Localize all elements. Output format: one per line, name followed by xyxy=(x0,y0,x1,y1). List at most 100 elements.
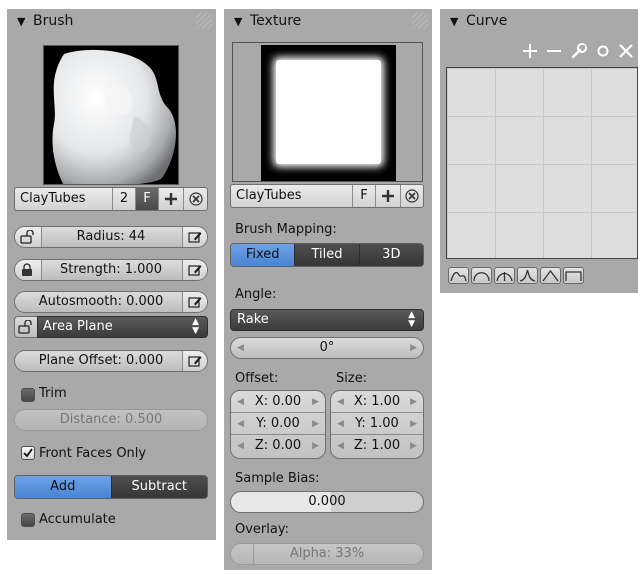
brush-panel-header[interactable]: ▼ Brush xyxy=(7,9,216,35)
decrement-arrow-icon[interactable]: ◀ xyxy=(337,413,344,435)
dot-icon[interactable] xyxy=(596,44,610,58)
clay-sculpt-preview xyxy=(44,46,178,184)
pen-pressure-icon xyxy=(188,297,202,308)
new-brush-button[interactable] xyxy=(159,188,184,210)
strength-pressure-button[interactable] xyxy=(182,260,207,280)
pen-pressure-icon xyxy=(188,356,202,367)
pen-pressure-icon xyxy=(188,265,202,276)
fake-user-button[interactable]: F xyxy=(353,185,376,207)
curve-panel-header[interactable]: ▼ Curve xyxy=(440,9,638,35)
plane-offset-slider[interactable]: Plane Offset: 0.000 xyxy=(14,350,208,372)
offset-z-field[interactable]: ◀ Z: 0.00 ▶ xyxy=(231,435,325,457)
add-button[interactable]: Add xyxy=(15,476,112,498)
plus-icon xyxy=(165,193,177,205)
curve-toolbar xyxy=(522,43,638,61)
autosmooth-slider[interactable]: Autosmooth: 0.000 xyxy=(14,291,208,313)
sample-bias-slider[interactable]: 0.000 xyxy=(230,491,424,513)
decrement-arrow-icon[interactable]: ◀ xyxy=(237,435,244,457)
collapse-triangle-icon[interactable]: ▼ xyxy=(234,15,242,28)
texture-name-field[interactable]: ClayTubes xyxy=(231,185,353,207)
fake-user-button[interactable]: F xyxy=(136,188,159,210)
overlay-toggle-button[interactable] xyxy=(231,544,254,564)
area-plane-lock-button[interactable] xyxy=(14,316,38,338)
3d-button[interactable]: 3D xyxy=(359,244,423,266)
tiled-button[interactable]: Tiled xyxy=(295,244,360,266)
offset-y-field[interactable]: ◀ Y: 0.00 ▶ xyxy=(231,413,325,435)
offset-x-field[interactable]: ◀ X: 0.00 ▶ xyxy=(231,391,325,413)
max-preset-icon[interactable] xyxy=(563,267,584,284)
decrement-arrow-icon[interactable]: ◀ xyxy=(237,413,244,435)
front-faces-label[interactable]: Front Faces Only xyxy=(39,446,146,461)
distance-slider[interactable]: Distance: 0.500 xyxy=(14,409,208,431)
increment-arrow-icon[interactable]: ▶ xyxy=(410,391,417,413)
curve-editor-grid[interactable] xyxy=(446,67,638,259)
angle-label: Angle: xyxy=(235,287,277,302)
curve-presets xyxy=(448,267,584,284)
brush-preview-image[interactable] xyxy=(43,45,179,185)
size-y-value: Y: 1.00 xyxy=(355,416,399,431)
increment-arrow-icon[interactable]: ▶ xyxy=(410,435,417,457)
unlink-brush-button[interactable] xyxy=(184,188,207,210)
size-x-field[interactable]: ◀ X: 1.00 ▶ xyxy=(331,391,423,413)
radius-slider[interactable]: Radius: 44 xyxy=(14,226,208,248)
sphere-preset-icon[interactable] xyxy=(471,267,492,284)
panel-drag-grip-icon[interactable] xyxy=(196,13,212,29)
accumulate-checkbox[interactable] xyxy=(21,513,35,527)
collapse-triangle-icon[interactable]: ▼ xyxy=(17,15,25,28)
overlay-alpha-slider[interactable]: Alpha: 33% xyxy=(230,543,424,565)
size-z-field[interactable]: ◀ Z: 1.00 ▶ xyxy=(331,435,423,457)
radius-pixel-lock-button[interactable] xyxy=(15,227,42,247)
texture-panel-header[interactable]: ▼ Texture xyxy=(224,9,432,35)
angle-mode-dropdown[interactable]: Rake ▲ ▼ xyxy=(230,309,424,331)
brush-panel: ▼ Brush ClayTubes 2 F Radius: 44 Strengt… xyxy=(7,9,216,540)
decrement-arrow-icon[interactable]: ◀ xyxy=(237,391,244,413)
increment-arrow-icon[interactable]: ▶ xyxy=(410,413,417,435)
plane-mode-dropdown[interactable]: Area Plane ▲ ▼ xyxy=(37,316,208,338)
plane-offset-pressure-button[interactable] xyxy=(182,351,207,371)
unlink-texture-button[interactable] xyxy=(401,185,423,207)
decrement-arrow-icon[interactable]: ◀ xyxy=(337,391,344,413)
offset-y-value: Y: 0.00 xyxy=(256,416,300,431)
increment-arrow-icon[interactable]: ▶ xyxy=(410,338,417,358)
close-icon[interactable] xyxy=(618,43,634,59)
plus-icon xyxy=(382,190,394,202)
fixed-button[interactable]: Fixed xyxy=(231,244,296,266)
increment-arrow-icon[interactable]: ▶ xyxy=(312,435,319,457)
collapse-triangle-icon[interactable]: ▼ xyxy=(450,15,458,28)
radius-pressure-button[interactable] xyxy=(182,227,207,247)
new-texture-button[interactable] xyxy=(376,185,401,207)
strength-slider[interactable]: Strength: 1.000 xyxy=(14,259,208,281)
angle-field[interactable]: ◀ 0° ▶ xyxy=(230,337,424,359)
texture-datablock-selector: ClayTubes F xyxy=(230,184,424,208)
unlocked-icon xyxy=(20,230,34,244)
sharp-preset-icon[interactable] xyxy=(517,267,538,284)
texture-preview-image[interactable] xyxy=(232,42,423,182)
trim-checkbox[interactable] xyxy=(21,388,35,402)
brush-users-count[interactable]: 2 xyxy=(113,188,136,210)
line-preset-icon[interactable] xyxy=(540,267,561,284)
brush-name-field[interactable]: ClayTubes xyxy=(15,188,113,210)
strength-lock-button[interactable] xyxy=(15,260,42,280)
wrench-icon[interactable] xyxy=(570,42,588,60)
remove-point-icon[interactable] xyxy=(546,43,562,59)
smooth-preset-icon[interactable] xyxy=(448,267,469,284)
front-faces-checkbox[interactable] xyxy=(21,446,35,460)
accumulate-label[interactable]: Accumulate xyxy=(39,512,116,527)
root-preset-icon[interactable] xyxy=(494,267,515,284)
add-point-icon[interactable] xyxy=(522,43,538,59)
subtract-button[interactable]: Subtract xyxy=(111,476,207,498)
increment-arrow-icon[interactable]: ▶ xyxy=(312,413,319,435)
autosmooth-pressure-button[interactable] xyxy=(182,292,207,312)
size-label: Size: xyxy=(336,371,368,386)
pen-pressure-icon xyxy=(188,232,202,243)
increment-arrow-icon[interactable]: ▶ xyxy=(312,391,319,413)
size-y-field[interactable]: ◀ Y: 1.00 ▶ xyxy=(331,413,423,435)
trim-label[interactable]: Trim xyxy=(39,386,67,401)
decrement-arrow-icon[interactable]: ◀ xyxy=(237,338,244,358)
panel-drag-grip-icon[interactable] xyxy=(412,13,428,29)
decrement-arrow-icon[interactable]: ◀ xyxy=(337,435,344,457)
direction-toggle: Add Subtract xyxy=(14,475,208,499)
plane-mode-value: Area Plane xyxy=(43,319,113,334)
overlay-alpha-value: Alpha: 33% xyxy=(289,546,365,561)
overlay-label: Overlay: xyxy=(235,522,289,537)
